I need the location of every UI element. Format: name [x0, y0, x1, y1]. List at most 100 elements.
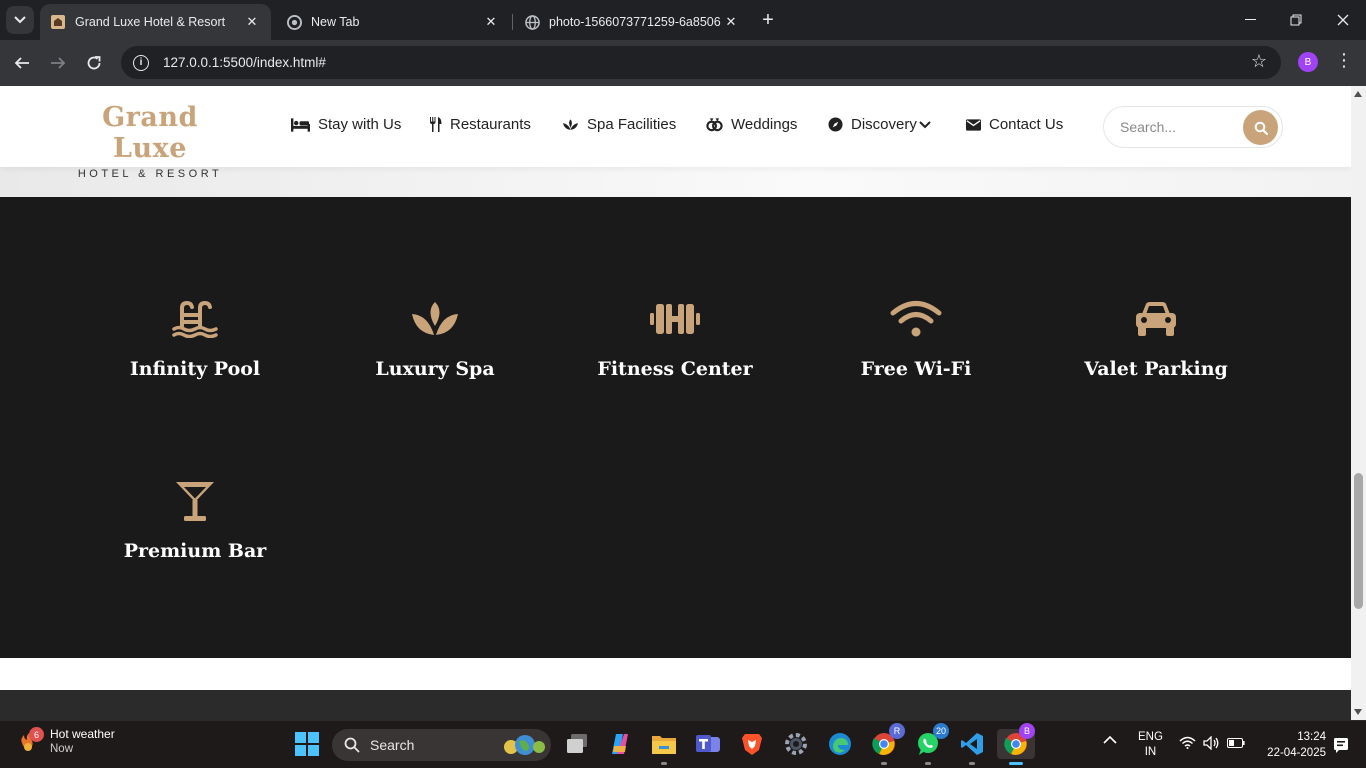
notifications-icon[interactable]: [1333, 737, 1349, 756]
windows-logo-icon: [295, 732, 319, 756]
taskbar-search[interactable]: Search: [332, 729, 551, 761]
clock-date: 22-04-2025: [1267, 747, 1326, 759]
close-tab-icon[interactable]: ✕: [243, 13, 261, 31]
copilot-button[interactable]: [605, 729, 635, 759]
nav-contact-us[interactable]: Contact Us: [966, 116, 1063, 133]
tab-photo[interactable]: photo-1566073771259-6a8506 ✕: [514, 4, 750, 40]
tab-search-button[interactable]: [6, 6, 34, 34]
amenity-valet-parking: Valet Parking: [1056, 294, 1256, 380]
browser-menu-icon[interactable]: ⋮: [1334, 50, 1354, 71]
close-tab-icon[interactable]: ✕: [482, 13, 500, 31]
tab-title: New Tab: [311, 15, 360, 29]
address-bar[interactable]: i 127.0.0.1:5500/index.html# ☆: [121, 46, 1281, 79]
tab-title: Grand Luxe Hotel & Resort: [75, 15, 226, 29]
envelope-icon: [966, 118, 981, 131]
battery-icon[interactable]: [1227, 738, 1245, 751]
reload-button[interactable]: [81, 50, 107, 76]
restore-button[interactable]: [1284, 8, 1308, 32]
windows-taskbar: 6 Hot weather Now Search R 20 B ENG IN 1…: [0, 720, 1366, 768]
search-input[interactable]: [1120, 119, 1236, 135]
rings-icon: [706, 118, 723, 132]
thermometer-icon: 6: [18, 727, 44, 753]
chevron-up-icon: [1103, 735, 1117, 744]
browser-tab-strip: Grand Luxe Hotel & Resort ✕ New Tab ✕ ph…: [0, 0, 1366, 40]
footer-top: [0, 690, 1351, 720]
weather-title: Hot weather: [50, 727, 115, 741]
search-icon: [344, 737, 360, 753]
amenity-fitness-center: Fitness Center: [575, 294, 775, 380]
page-scrollbar[interactable]: [1351, 86, 1366, 720]
gear-icon: [785, 733, 807, 755]
whatsapp-button[interactable]: 20: [913, 723, 949, 765]
chrome-icon: [286, 14, 302, 30]
task-view-icon: [567, 734, 587, 753]
system-clock[interactable]: 13:24 22-04-2025: [1256, 729, 1326, 761]
weather-widget[interactable]: 6 Hot weather Now: [18, 727, 115, 755]
browser-toolbar: i 127.0.0.1:5500/index.html# ☆ B ⋮: [0, 40, 1366, 86]
reload-icon: [87, 56, 101, 70]
amenity-label: Valet Parking: [1084, 358, 1228, 380]
amenity-label: Fitness Center: [597, 358, 753, 380]
nav-restaurants[interactable]: Restaurants: [429, 116, 531, 133]
running-indicator: [925, 762, 931, 765]
chrome-profile-r-button[interactable]: R: [869, 723, 905, 765]
brave-button[interactable]: [737, 729, 767, 759]
chrome-active-button[interactable]: B: [997, 723, 1035, 765]
profile-badge: B: [1019, 723, 1035, 739]
new-tab-button[interactable]: +: [756, 8, 780, 32]
chevron-down-icon: [919, 120, 931, 128]
tab-new-tab[interactable]: New Tab ✕: [276, 4, 510, 40]
nav-discovery[interactable]: Discovery: [828, 116, 931, 133]
language-indicator[interactable]: ENG IN: [1138, 730, 1163, 760]
show-hidden-icons[interactable]: [1103, 735, 1117, 748]
earth-day-icon: [504, 735, 545, 755]
nav-stay-with-us[interactable]: Stay with Us: [291, 116, 401, 133]
nav-label: Stay with Us: [318, 116, 402, 133]
tab-grand-luxe[interactable]: Grand Luxe Hotel & Resort ✕: [40, 4, 271, 40]
url-text: 127.0.0.1:5500/index.html#: [163, 55, 326, 70]
scroll-up-arrow-icon[interactable]: [1354, 91, 1362, 97]
amenity-premium-bar: Premium Bar: [95, 476, 295, 562]
compass-icon: [828, 117, 843, 132]
nav-spa-facilities[interactable]: Spa Facilities: [562, 116, 676, 133]
start-button[interactable]: [292, 729, 322, 759]
teams-icon: [696, 735, 720, 752]
close-window-button[interactable]: [1331, 8, 1355, 32]
volume-icon[interactable]: [1203, 735, 1220, 753]
nav-label: Restaurants: [450, 116, 531, 133]
scroll-down-arrow-icon[interactable]: [1354, 709, 1362, 715]
settings-button[interactable]: [781, 729, 811, 759]
restore-icon: [1290, 14, 1302, 26]
network-icon[interactable]: [1179, 736, 1196, 752]
scroll-thumb[interactable]: [1354, 473, 1363, 609]
pool-icon: [172, 300, 218, 338]
nav-weddings[interactable]: Weddings: [706, 116, 797, 133]
globe-icon: [524, 14, 540, 30]
task-view-button[interactable]: [562, 729, 592, 759]
site-logo[interactable]: Grand Luxe HOTEL & RESORT: [66, 102, 234, 180]
language-code: ENG: [1138, 731, 1163, 743]
utensils-icon: [430, 117, 442, 132]
running-indicator: [969, 762, 975, 765]
site-info-icon[interactable]: i: [133, 54, 149, 71]
minimize-button[interactable]: [1238, 8, 1262, 32]
edge-button[interactable]: [825, 729, 855, 759]
amenity-label: Free Wi-Fi: [860, 358, 972, 380]
file-explorer-button[interactable]: [649, 729, 679, 765]
back-button[interactable]: [9, 50, 35, 76]
nav-label: Discovery: [851, 116, 917, 133]
vscode-button[interactable]: [957, 729, 987, 765]
folder-icon: [652, 736, 676, 754]
edge-icon: [829, 733, 851, 755]
weather-subtitle: Now: [50, 743, 74, 755]
search-button[interactable]: [1243, 110, 1278, 145]
minimize-icon: [1244, 19, 1256, 20]
close-tab-icon[interactable]: ✕: [722, 13, 740, 31]
forward-button[interactable]: [45, 50, 71, 76]
bookmark-star-icon[interactable]: ☆: [1251, 51, 1267, 72]
teams-button[interactable]: [693, 729, 723, 759]
vscode-icon: [961, 733, 983, 755]
wifi-icon: [890, 301, 942, 337]
profile-badge: R: [889, 723, 905, 739]
profile-avatar[interactable]: B: [1298, 52, 1318, 72]
